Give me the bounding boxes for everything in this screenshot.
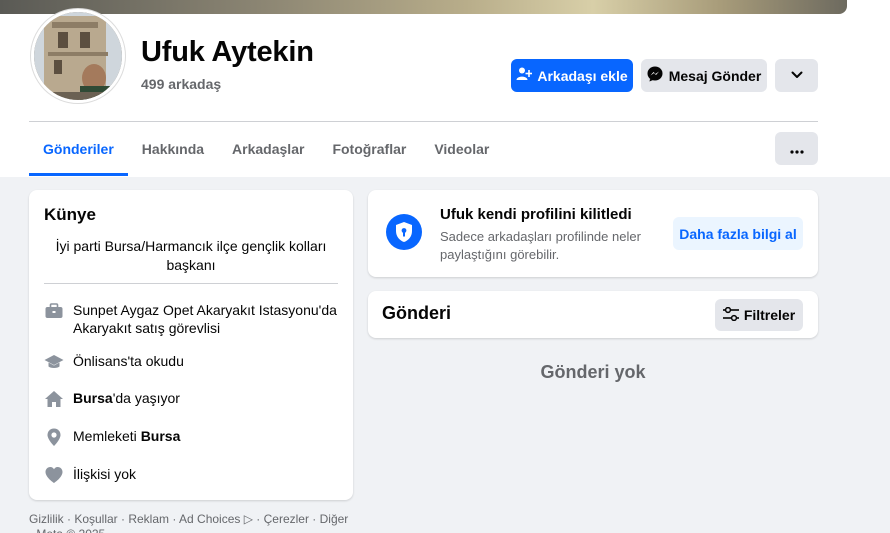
posts-card: Gönderi Filtreler: [368, 291, 818, 338]
add-friend-label: Arkadaşı ekle: [537, 67, 628, 84]
chevron-down-icon: [791, 68, 803, 84]
person-plus-icon: [516, 66, 533, 85]
tab-videos[interactable]: Videolar: [420, 122, 503, 176]
no-posts-message: Gönderi yok: [540, 362, 646, 382]
locked-title: Ufuk kendi profilini kilitledi: [440, 206, 632, 223]
intro-work: Sunpet Aygaz Opet Akaryakıt Istasyonu'da…: [44, 301, 338, 337]
briefcase-icon: [44, 301, 64, 321]
tab-friends[interactable]: Arkadaşlar: [218, 122, 318, 176]
intro-hometown-text: Memleketi Bursa: [73, 427, 180, 445]
filters-button[interactable]: Filtreler: [715, 299, 803, 331]
intro-hometown: Memleketi Bursa: [44, 427, 180, 447]
locked-profile-card: Ufuk kendi profilini kilitledi Sadece ar…: [368, 190, 818, 277]
locked-description: Sadece arkadaşları profilinde neler payl…: [440, 229, 641, 262]
intro-relationship: İlişkisi yok: [44, 465, 136, 485]
filters-label: Filtreler: [743, 307, 796, 323]
intro-lives-city[interactable]: Bursa: [73, 390, 113, 406]
intro-education: Önlisans'ta okudu: [44, 352, 184, 372]
shield-lock-icon: [386, 214, 422, 250]
ellipsis-icon: [789, 141, 804, 157]
tab-about[interactable]: Hakkında: [128, 122, 218, 176]
intro-divider: [44, 283, 338, 284]
send-message-button[interactable]: Mesaj Gönder: [641, 59, 767, 92]
profile-name: Ufuk Aytekin: [141, 36, 314, 68]
intro-hometown-prefix: Memleketi: [73, 428, 141, 444]
tabs-more-button[interactable]: [775, 132, 818, 165]
cover-photo[interactable]: [0, 0, 847, 14]
more-info-button[interactable]: Daha fazla bilgi al: [673, 217, 803, 250]
send-message-label: Mesaj Gönder: [668, 67, 762, 84]
more-options-button[interactable]: [775, 59, 818, 92]
profile-tabs: Gönderiler Hakkında Arkadaşlar Fotoğrafl…: [29, 122, 503, 176]
intro-education-text: Önlisans'ta okudu: [73, 353, 184, 369]
sliders-icon: [722, 306, 739, 324]
posts-title: Gönderi: [382, 303, 452, 323]
profile-header: Ufuk Aytekin 499 arkadaş Arkadaşı ekle M…: [0, 0, 890, 177]
friends-count[interactable]: 499 arkadaş: [141, 76, 221, 92]
avatar[interactable]: [31, 9, 125, 103]
intro-title: Künye: [44, 205, 96, 224]
intro-hometown-city[interactable]: Bursa: [141, 428, 181, 444]
footer-links[interactable]: Gizlilik · Koşullar · Reklam · Ad Choice…: [29, 512, 349, 533]
intro-bio: İyi parti Bursa/Harmancık ilçe gençlik k…: [55, 238, 327, 273]
tab-posts[interactable]: Gönderiler: [29, 122, 128, 176]
home-icon: [44, 389, 64, 409]
intro-work-text: Sunpet Aygaz Opet Akaryakıt Istasyonu'da…: [73, 302, 337, 336]
location-pin-icon: [44, 427, 64, 447]
intro-lives-text: Bursa'da yaşıyor: [73, 389, 180, 407]
add-friend-button[interactable]: Arkadaşı ekle: [511, 59, 633, 92]
intro-relationship-text: İlişkisi yok: [73, 466, 137, 482]
graduation-cap-icon: [44, 352, 64, 372]
intro-lives: Bursa'da yaşıyor: [44, 389, 180, 409]
tab-photos[interactable]: Fotoğraflar: [318, 122, 420, 176]
intro-card: Künye İyi parti Bursa/Harmancık ilçe gen…: [29, 190, 353, 500]
messenger-icon: [647, 66, 663, 85]
intro-lives-suffix: 'da yaşıyor: [112, 390, 180, 406]
heart-icon: [44, 465, 64, 485]
